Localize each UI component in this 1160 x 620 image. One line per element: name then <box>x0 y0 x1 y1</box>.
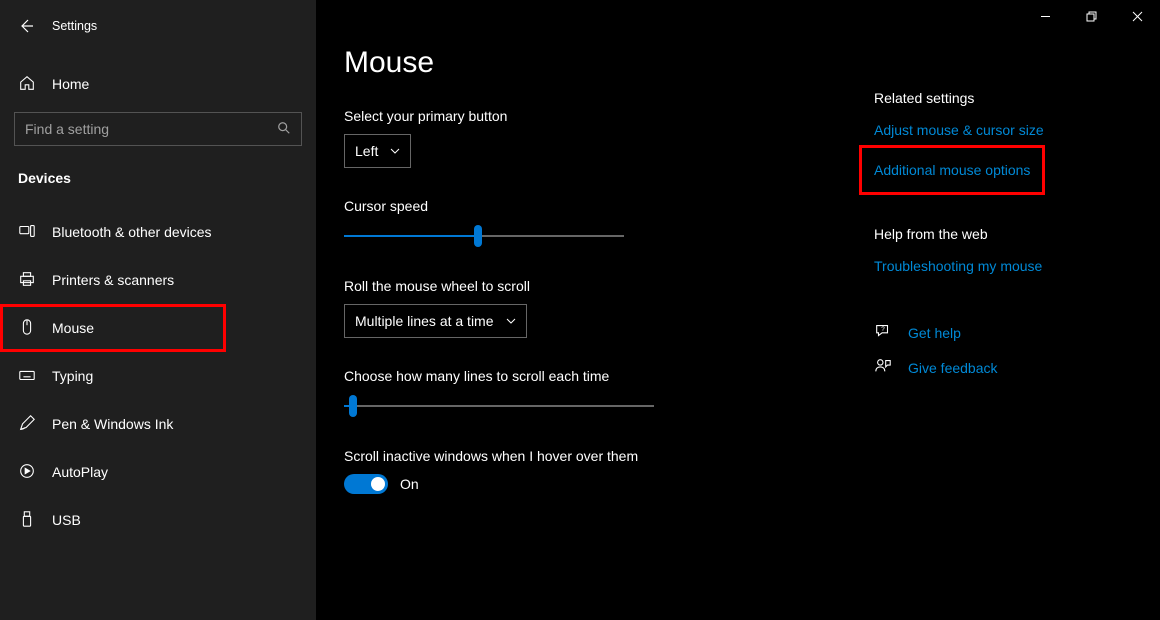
sidebar-item-label: Printers & scanners <box>52 272 174 288</box>
help-icon: ? <box>874 322 892 343</box>
autoplay-icon <box>18 462 36 483</box>
sidebar-item-pen[interactable]: Pen & Windows Ink <box>0 400 316 448</box>
help-web-head: Help from the web <box>874 226 1160 242</box>
link-troubleshoot-mouse[interactable]: Troubleshooting my mouse <box>874 258 1160 274</box>
sidebar-item-typing[interactable]: Typing <box>0 352 316 400</box>
give-feedback-row[interactable]: Give feedback <box>874 357 1160 378</box>
primary-button-label: Select your primary button <box>344 108 874 124</box>
main: Mouse Select your primary button Left Cu… <box>316 0 1160 620</box>
get-help-link[interactable]: Get help <box>908 325 961 341</box>
wheel-scroll-value: Multiple lines at a time <box>355 313 494 329</box>
primary-button-value: Left <box>355 143 378 159</box>
sidebar-item-usb[interactable]: USB <box>0 496 316 544</box>
keyboard-icon <box>18 366 36 387</box>
link-adjust-cursor[interactable]: Adjust mouse & cursor size <box>874 122 1160 138</box>
sidebar-item-label: Mouse <box>52 320 94 336</box>
chevron-down-icon <box>506 313 516 329</box>
page-title: Mouse <box>344 46 874 80</box>
devices-icon <box>18 222 36 243</box>
sidebar-item-printers[interactable]: Printers & scanners <box>0 256 316 304</box>
cursor-speed-slider[interactable] <box>344 224 624 248</box>
lines-label: Choose how many lines to scroll each tim… <box>344 368 874 384</box>
lines-block: Choose how many lines to scroll each tim… <box>344 368 874 418</box>
usb-icon <box>18 510 36 531</box>
sidebar-item-bluetooth[interactable]: Bluetooth & other devices <box>0 208 316 256</box>
wheel-scroll-dropdown[interactable]: Multiple lines at a time <box>344 304 527 338</box>
sidebar: Settings Home Devices Bluetooth & other … <box>0 0 316 620</box>
home-icon <box>18 74 36 95</box>
home-label: Home <box>52 76 89 92</box>
cursor-speed-label: Cursor speed <box>344 198 874 214</box>
back-icon[interactable] <box>18 18 34 34</box>
pen-icon <box>18 414 36 435</box>
minimize-button[interactable] <box>1022 0 1068 32</box>
link-additional-mouse-options[interactable]: Additional mouse options <box>874 160 1030 180</box>
hover-scroll-state: On <box>400 476 419 492</box>
right-column: Related settings Adjust mouse & cursor s… <box>874 46 1160 524</box>
sidebar-item-label: USB <box>52 512 81 528</box>
sidebar-item-label: Bluetooth & other devices <box>52 224 212 240</box>
sidebar-home[interactable]: Home <box>0 62 316 106</box>
wheel-scroll-block: Roll the mouse wheel to scroll Multiple … <box>344 278 874 338</box>
feedback-icon <box>874 357 892 378</box>
printer-icon <box>18 270 36 291</box>
settings-column: Mouse Select your primary button Left Cu… <box>344 46 874 524</box>
sidebar-nav: Bluetooth & other devices Printers & sca… <box>0 208 316 544</box>
maximize-button[interactable] <box>1068 0 1114 32</box>
search-icon <box>277 121 291 138</box>
primary-button-block: Select your primary button Left <box>344 108 874 168</box>
sidebar-item-label: Pen & Windows Ink <box>52 416 173 432</box>
sidebar-item-label: Typing <box>52 368 93 384</box>
sidebar-category: Devices <box>0 170 316 186</box>
hover-scroll-label: Scroll inactive windows when I hover ove… <box>344 448 874 464</box>
svg-text:?: ? <box>881 326 885 333</box>
lines-slider[interactable] <box>344 394 654 418</box>
related-settings-head: Related settings <box>874 90 1160 106</box>
primary-button-dropdown[interactable]: Left <box>344 134 411 168</box>
app-title: Settings <box>52 19 97 33</box>
sidebar-item-label: AutoPlay <box>52 464 108 480</box>
hover-scroll-block: Scroll inactive windows when I hover ove… <box>344 448 874 494</box>
cursor-speed-block: Cursor speed <box>344 198 874 248</box>
sidebar-item-autoplay[interactable]: AutoPlay <box>0 448 316 496</box>
chevron-down-icon <box>390 143 400 159</box>
hover-scroll-toggle[interactable] <box>344 474 388 494</box>
get-help-row[interactable]: ? Get help <box>874 322 1160 343</box>
titlebar: Settings <box>0 10 316 42</box>
mouse-icon <box>18 318 36 339</box>
search-input[interactable] <box>14 112 302 146</box>
wheel-scroll-label: Roll the mouse wheel to scroll <box>344 278 874 294</box>
sidebar-item-mouse[interactable]: Mouse <box>0 304 226 352</box>
window-controls <box>1022 0 1160 32</box>
close-button[interactable] <box>1114 0 1160 32</box>
give-feedback-link[interactable]: Give feedback <box>908 360 998 376</box>
search-field[interactable] <box>25 121 277 137</box>
